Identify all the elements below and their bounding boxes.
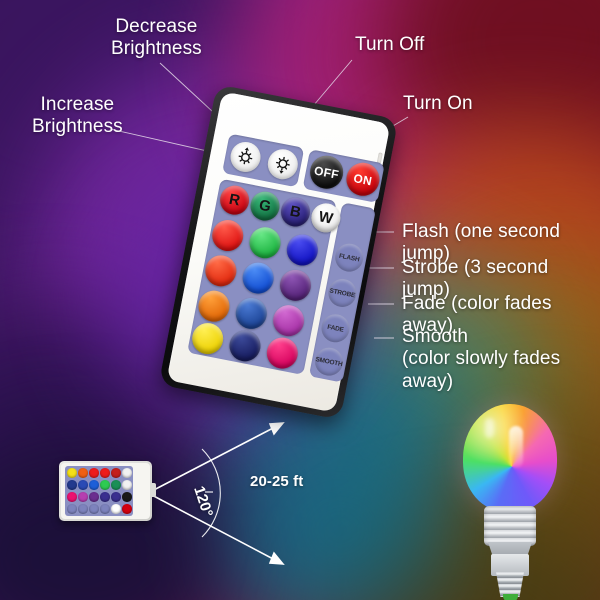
small-remote-button[interactable] [111,504,121,514]
small-remote-button[interactable] [67,468,77,478]
small-remote-button[interactable] [89,504,99,514]
small-remote-button[interactable] [67,480,77,490]
small-remote-button[interactable] [89,468,99,478]
label-smooth: Smooth (color slowly fades away) [402,326,561,392]
small-remote-button[interactable] [78,468,88,478]
label-coverage-distance: 20-25 ft [250,473,304,490]
small-remote-button[interactable] [78,504,88,514]
bulb-heatsink [484,506,536,546]
small-remote-button[interactable] [111,480,121,490]
small-remote-button[interactable] [89,480,99,490]
small-remote-button[interactable] [122,468,132,478]
on-button-label: ON [352,170,374,188]
small-remote-button[interactable] [100,468,110,478]
label-decrease-brightness: Decrease Brightness [111,16,202,60]
small-remote-button[interactable] [89,492,99,502]
strobe-button-label: STROBE [328,287,356,299]
small-remote-ir-emitter-icon [150,483,156,497]
small-remote-button[interactable] [100,480,110,490]
label-turn-off: Turn Off [355,34,425,55]
off-button-label: OFF [313,162,341,182]
small-remote-button[interactable] [122,504,132,514]
white-preset-label: W [317,208,335,228]
small-remote-button[interactable] [122,480,132,490]
sun-up-icon [238,147,253,165]
small-remote-button[interactable] [78,480,88,490]
label-turn-on: Turn On [403,93,473,114]
small-remote-button[interactable] [67,492,77,502]
fade-button-label: FADE [326,323,345,334]
remote-control-small[interactable] [59,461,156,521]
red-preset-label: R [227,190,242,210]
diagram-canvas: Decrease Brightness Increase Brightness … [0,0,600,600]
flash-button-label: FLASH [338,252,361,264]
smooth-button-label: SMOOTH [314,355,344,368]
label-increase-brightness: Increase Brightness [32,94,123,138]
small-remote-button[interactable] [111,492,121,502]
blue-preset-label: B [288,202,303,222]
sun-down-icon [276,156,290,174]
rgb-light-bulb [449,404,571,600]
green-preset-label: G [257,196,273,216]
bulb-highlight-secondary [485,418,494,438]
bulb-highlight [509,426,523,468]
small-remote-button[interactable] [78,492,88,502]
small-remote-button[interactable] [111,468,121,478]
small-remote-button[interactable] [67,504,77,514]
bulb-contact-tip [503,594,518,600]
small-remote-button[interactable] [100,492,110,502]
small-remote-button[interactable] [100,504,110,514]
small-remote-button[interactable] [122,492,132,502]
